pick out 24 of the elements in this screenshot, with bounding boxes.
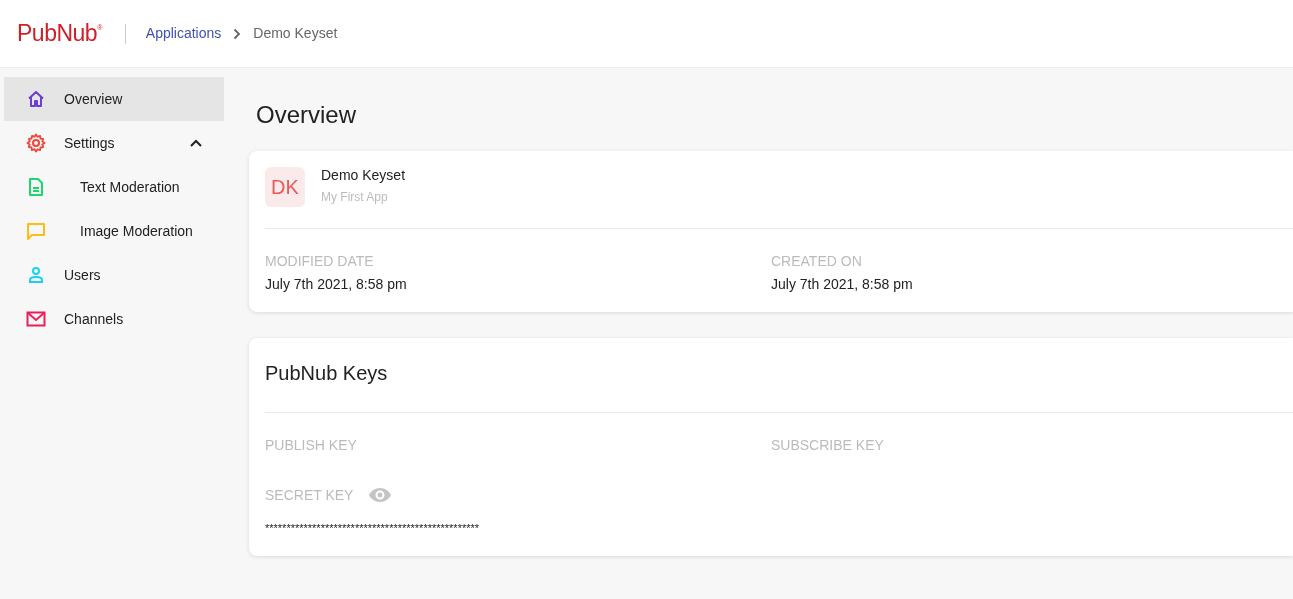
app-name: My First App: [321, 188, 389, 206]
sidebar-item[interactable]: Settings: [4, 121, 224, 165]
field-label: SUBSCRIBE KEY: [771, 435, 885, 455]
field-label: PUBLISH KEY: [265, 435, 358, 455]
field-value: July 7th 2021, 8:58 pm: [771, 274, 914, 294]
breadcrumb-current: Demo Keyset: [253, 24, 338, 43]
field-value: July 7th 2021, 8:58 pm: [265, 274, 408, 294]
page-title: Overview: [256, 101, 358, 130]
secret-key-value: **************************************************: [265, 520, 481, 536]
chevron-up-icon[interactable]: [190, 139, 202, 147]
card-title: PubNub Keys: [264, 360, 389, 386]
field-label: SECRET KEY: [265, 485, 354, 505]
sidebar-item[interactable]: Overview: [4, 77, 224, 121]
keyset-name: Demo Keyset: [321, 165, 406, 185]
avatar: DK: [265, 166, 305, 207]
field-label: MODIFIED DATE: [265, 251, 375, 271]
logo: PubNub$^{®}$: [17, 22, 102, 45]
sidebar-item[interactable]: Text Moderation: [4, 165, 224, 209]
breadcrumb-link[interactable]: Applications: [145, 23, 222, 44]
sidebar-item[interactable]: Channels: [4, 297, 224, 341]
sidebar-item[interactable]: Image Moderation: [4, 209, 224, 253]
field-label: CREATED ON: [771, 251, 863, 271]
chevron-right-icon: [233, 27, 242, 40]
sidebar-item[interactable]: Users: [4, 253, 224, 297]
